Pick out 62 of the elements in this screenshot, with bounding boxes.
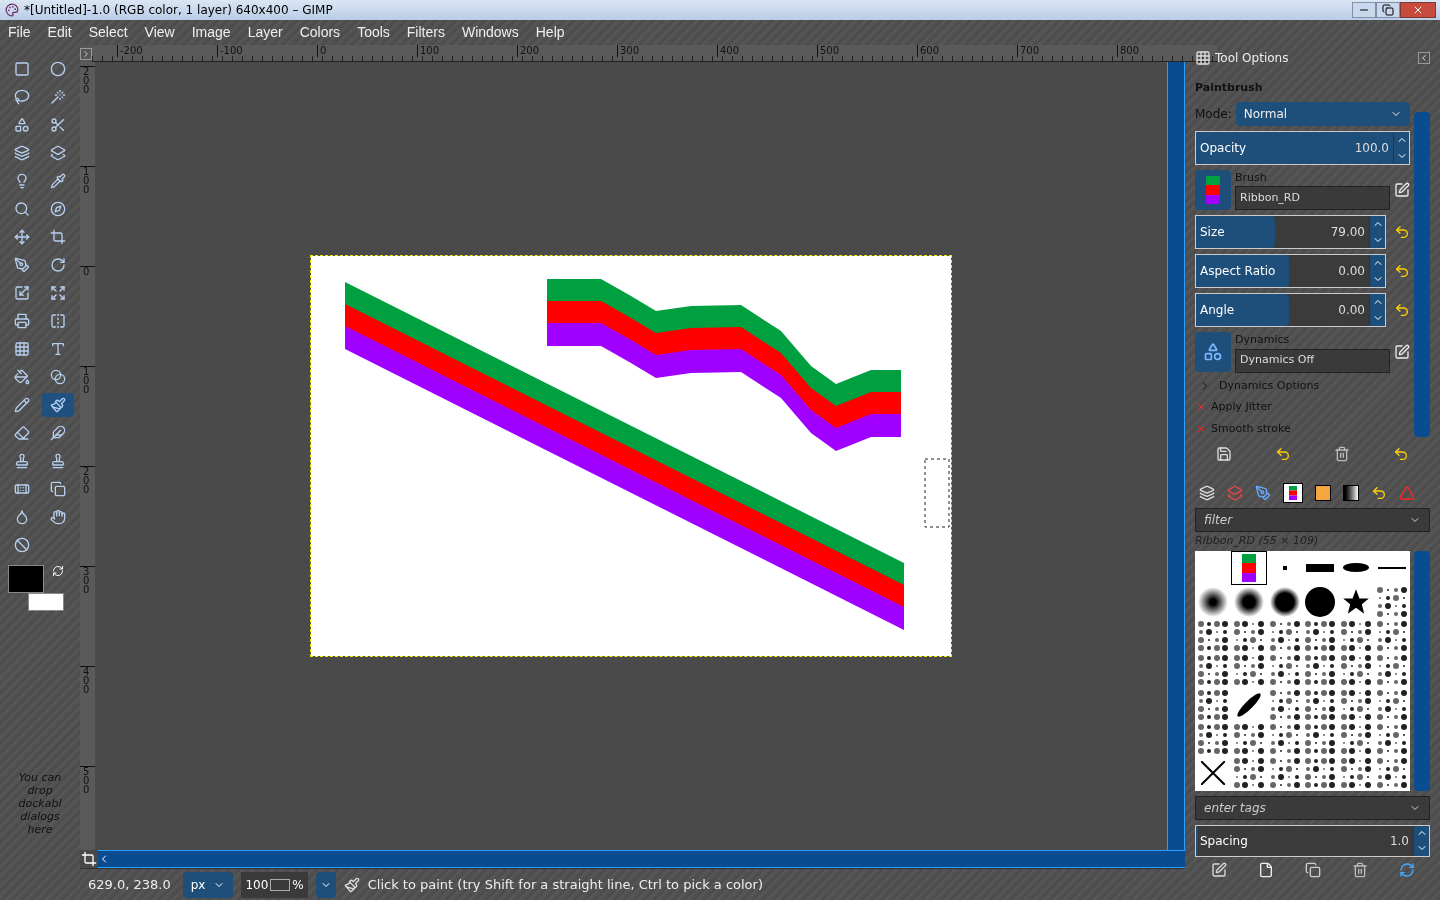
- filter-field[interactable]: filter: [1195, 508, 1430, 532]
- tool-name: Paintbrush: [1195, 80, 1264, 96]
- menu-item[interactable]: Help: [535, 22, 565, 43]
- window-title: *[Untitled]-1.0 (RGB color, 1 layer) 640x400 – GIMP: [24, 2, 334, 19]
- menu-item[interactable]: Filters: [406, 22, 445, 43]
- ruler-label: 500: [83, 767, 91, 794]
- menu-item[interactable]: Select: [88, 22, 128, 43]
- ruler-label: 400: [83, 667, 91, 694]
- ruler-label: 300: [83, 567, 91, 594]
- menu-item[interactable]: Edit: [47, 22, 72, 43]
- mode-label: Mode:: [1195, 105, 1232, 123]
- menu-item[interactable]: Layer: [247, 22, 283, 43]
- slider-value: 1.0: [1389, 832, 1409, 850]
- ruler-label: 200: [83, 67, 91, 94]
- dynamics-label: Dynamics: [1235, 332, 1291, 348]
- ruler-label: 0: [83, 267, 91, 276]
- slider-field[interactable]: Opacity 100.0: [1195, 130, 1410, 165]
- slider-value: 79.00: [1330, 224, 1365, 241]
- pointer-coordinates: 629.0, 238.0: [87, 875, 172, 894]
- slider-label: Opacity: [1200, 139, 1247, 157]
- ruler-label: 200: [83, 467, 91, 494]
- dock-hint: You can drop dockabl dialogs here: [17, 771, 63, 836]
- unit-dropdown[interactable]: px: [182, 871, 234, 898]
- slider-label: Size: [1200, 224, 1225, 241]
- zoom-unit: %: [292, 876, 304, 894]
- ruler-label: 100: [83, 167, 91, 194]
- mode-dropdown[interactable]: Normal: [1235, 101, 1410, 126]
- slider-value: 100.0: [1354, 139, 1389, 157]
- ruler-label: 600: [917, 45, 1017, 57]
- menu-item[interactable]: Colors: [299, 22, 341, 43]
- ruler-label: 200: [517, 45, 617, 57]
- dock-tab-title: Tool Options: [1215, 50, 1290, 67]
- slider-label: Angle: [1200, 302, 1235, 319]
- zoom-field[interactable]: 100 %: [241, 871, 308, 898]
- slider-field[interactable]: Angle 0.00: [1195, 293, 1386, 327]
- brush-label: Brush: [1235, 169, 1268, 186]
- brush-name-field[interactable]: Ribbon_RD: [1235, 186, 1390, 210]
- ruler-label: -200: [117, 45, 217, 57]
- ruler-label: 500: [817, 45, 917, 57]
- menu-item[interactable]: Tools: [357, 22, 390, 43]
- status-message: Click to paint (try Shift for a straight line, Ctrl to pick a color): [367, 875, 763, 894]
- ruler-label: -100: [217, 45, 317, 57]
- ruler-label: 100: [83, 367, 91, 394]
- ruler-label: 300: [617, 45, 717, 57]
- ruler-label: 100: [417, 45, 517, 57]
- slider-value: 0.00: [1338, 302, 1365, 319]
- menu-item[interactable]: Image: [191, 22, 231, 43]
- slider-value: 0.00: [1338, 263, 1365, 280]
- ruler-label: 0: [317, 45, 417, 57]
- dynamics-name-field[interactable]: Dynamics Off: [1235, 348, 1390, 373]
- ruler-label: 800: [1117, 45, 1217, 57]
- slider-field[interactable]: Aspect Ratio 0.00: [1195, 254, 1386, 288]
- menu-item[interactable]: File: [8, 22, 31, 43]
- menu-item[interactable]: Windows: [461, 22, 519, 43]
- ruler-label: 700: [1017, 45, 1117, 57]
- menu-item[interactable]: View: [144, 22, 175, 43]
- slider-label: Spacing: [1200, 832, 1248, 850]
- ruler-label: 400: [717, 45, 817, 57]
- slider-label: Aspect Ratio: [1200, 263, 1276, 280]
- tags-field[interactable]: enter tags: [1195, 795, 1430, 820]
- slider-field[interactable]: Spacing 1.0: [1195, 824, 1430, 857]
- slider-field[interactable]: Size 79.00: [1195, 215, 1386, 249]
